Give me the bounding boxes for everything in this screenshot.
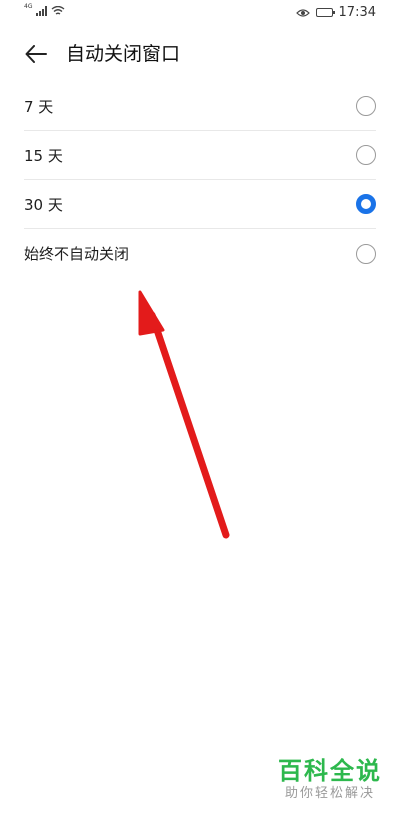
page-title: 自动关闭窗口 bbox=[66, 43, 181, 65]
radio-button-selected[interactable] bbox=[356, 194, 376, 214]
option-7-days[interactable]: 7 天 bbox=[24, 82, 376, 131]
option-15-days[interactable]: 15 天 bbox=[24, 131, 376, 180]
option-never-close[interactable]: 始终不自动关闭 bbox=[24, 229, 376, 278]
radio-button[interactable] bbox=[356, 145, 376, 165]
status-left: 4G bbox=[24, 3, 65, 16]
back-button[interactable] bbox=[24, 42, 48, 66]
watermark-logo: 百科全说 助你轻松解决 bbox=[278, 756, 382, 802]
back-arrow-icon bbox=[25, 45, 47, 63]
option-label: 15 天 bbox=[24, 146, 63, 165]
option-label: 始终不自动关闭 bbox=[24, 245, 130, 263]
option-label: 30 天 bbox=[24, 195, 63, 214]
options-list: 7 天 15 天 30 天 始终不自动关闭 bbox=[24, 82, 376, 278]
eye-icon bbox=[295, 8, 310, 17]
wifi-icon bbox=[52, 6, 65, 15]
radio-button[interactable] bbox=[356, 243, 376, 264]
header: 自动关闭窗口 bbox=[0, 30, 400, 78]
network-type: 4G bbox=[24, 3, 33, 10]
status-time: 17:34 bbox=[338, 5, 376, 20]
option-label: 7 天 bbox=[24, 97, 54, 116]
signal-icon bbox=[36, 6, 48, 16]
watermark-subtitle: 助你轻松解决 bbox=[284, 786, 375, 801]
radio-button[interactable] bbox=[356, 96, 376, 116]
status-right: 17:34 bbox=[295, 5, 376, 20]
battery-icon bbox=[315, 8, 335, 17]
watermark-title: 百科全说 bbox=[278, 757, 382, 785]
status-bar: 4G 17:34 bbox=[0, 0, 400, 26]
option-30-days[interactable]: 30 天 bbox=[24, 180, 376, 229]
